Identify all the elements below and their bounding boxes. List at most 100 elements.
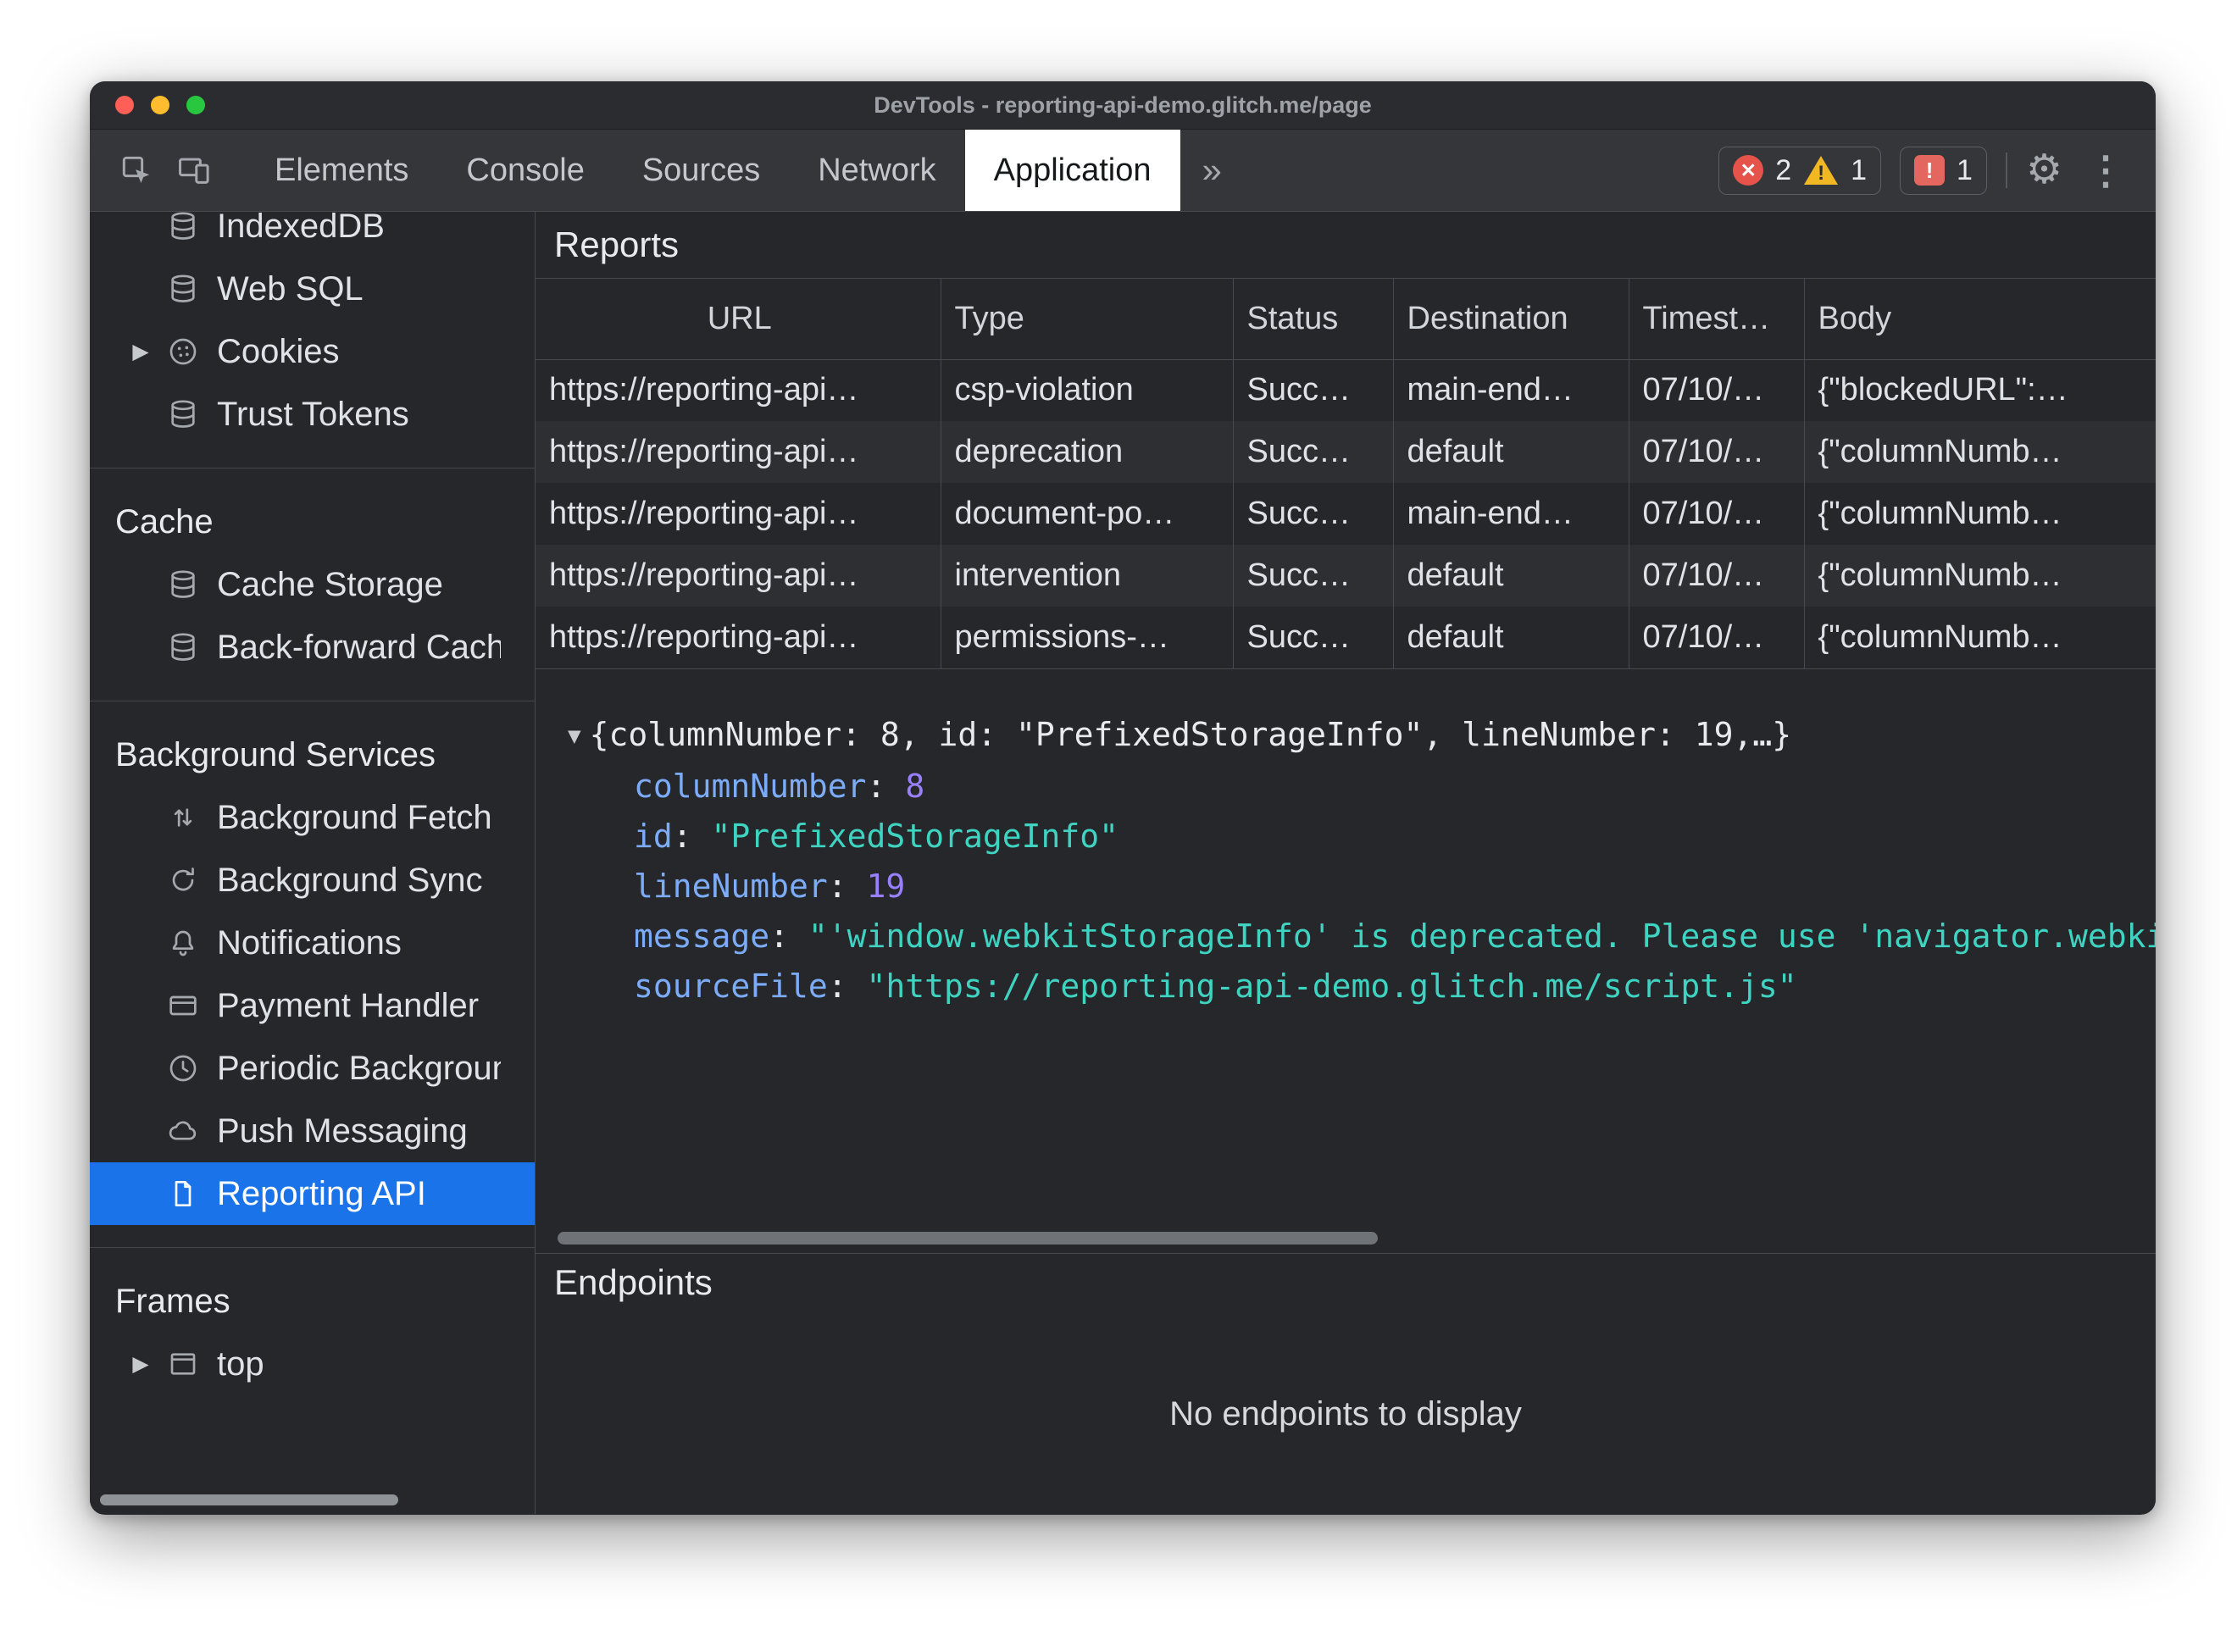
warning-count: 1 xyxy=(1851,153,1868,186)
sidebar-item-background-fetch[interactable]: Background Fetch xyxy=(90,786,535,849)
tab-network[interactable]: Network xyxy=(789,130,964,211)
json-key: sourceFile xyxy=(634,967,828,1005)
warning-icon: ! xyxy=(1803,154,1839,186)
sidebar-item-label: Back-forward Cache xyxy=(217,628,501,666)
tab-elements[interactable]: Elements xyxy=(246,130,437,211)
reports-table: URL Type Status Destination Timest… Body… xyxy=(536,279,2156,669)
sidebar-item-indexeddb[interactable]: IndexedDB xyxy=(90,212,535,258)
cell-timestamp: 07/10/… xyxy=(1629,421,1805,483)
sidebar-section-divider xyxy=(90,1247,535,1248)
cell-type: document-po… xyxy=(941,483,1234,545)
panel-tabs: Elements Console Sources Network Applica… xyxy=(246,130,1244,211)
zoom-window-button[interactable] xyxy=(186,96,205,114)
report-row-intervention[interactable]: https://reporting-api… intervention Succ… xyxy=(536,545,2156,607)
window-titlebar: DevTools - reporting-api-demo.glitch.me/… xyxy=(90,81,2156,130)
tab-sources[interactable]: Sources xyxy=(613,130,789,211)
sidebar-item-periodic-background-sync[interactable]: Periodic Background Sync xyxy=(90,1037,535,1100)
devtools-toolbar: Elements Console Sources Network Applica… xyxy=(90,130,2156,212)
json-key: message xyxy=(634,917,770,955)
cell-body: {"blockedURL":… xyxy=(1818,372,2068,408)
json-value: "PrefixedStorageInfo" xyxy=(711,817,1118,855)
sidebar-item-label: Periodic Background Sync xyxy=(217,1049,501,1087)
cell-status: Succ… xyxy=(1233,421,1394,483)
sidebar-item-reporting-api[interactable]: Reporting API xyxy=(90,1162,535,1225)
kebab-menu-icon: ⋮ xyxy=(2086,148,2125,192)
toolbar-separator xyxy=(2005,152,2007,188)
json-preview-text: {columnNumber: 8, id: "PrefixedStorageIn… xyxy=(589,715,1792,753)
disclosure-triangle-icon[interactable]: ▶ xyxy=(132,339,148,364)
bell-icon xyxy=(166,926,200,960)
column-header-timestamp[interactable]: Timest… xyxy=(1629,279,1805,360)
cell-url: https://reporting-api… xyxy=(536,421,941,483)
json-value: "https://reporting-api-demo.glitch.me/sc… xyxy=(866,967,1797,1005)
sidebar-item-cookies[interactable]: ▶ Cookies xyxy=(90,320,535,383)
json-property: message: "'window.webkitStorageInfo' is … xyxy=(568,912,2156,962)
sidebar-item-label: Notifications xyxy=(217,923,402,962)
reports-horizontal-scrollbar[interactable] xyxy=(558,1232,1378,1245)
tab-console[interactable]: Console xyxy=(437,130,613,211)
sidebar-item-cache-storage[interactable]: Cache Storage xyxy=(90,553,535,616)
error-count: 2 xyxy=(1775,153,1792,186)
frame-icon xyxy=(166,1347,200,1381)
cookie-icon xyxy=(166,335,200,369)
disclosure-triangle-icon[interactable]: ▶ xyxy=(132,1351,148,1377)
column-header-body[interactable]: Body xyxy=(1804,279,2156,360)
device-toolbar-button[interactable] xyxy=(169,144,219,197)
column-header-type[interactable]: Type xyxy=(941,279,1234,360)
clock-icon xyxy=(166,1051,200,1085)
sidebar-item-back-forward-cache[interactable]: Back-forward Cache xyxy=(90,616,535,679)
sidebar-item-background-sync[interactable]: Background Sync xyxy=(90,849,535,912)
issues-badge[interactable]: ! 1 xyxy=(1900,146,1987,195)
sidebar-item-notifications[interactable]: Notifications xyxy=(90,912,535,974)
json-property: columnNumber: 8 xyxy=(634,767,925,805)
cell-status: Succ… xyxy=(1233,359,1394,421)
column-header-destination[interactable]: Destination xyxy=(1393,279,1629,360)
sidebar-item-web-sql[interactable]: Web SQL xyxy=(90,258,535,320)
sidebar-horizontal-scrollbar[interactable] xyxy=(100,1494,398,1505)
json-value: 19 xyxy=(866,867,906,905)
devtools-window: DevTools - reporting-api-demo.glitch.me/… xyxy=(90,81,2156,1515)
background-sync-icon xyxy=(166,863,200,897)
inspect-element-button[interactable] xyxy=(112,144,161,197)
cell-type: permissions-… xyxy=(941,607,1234,668)
cell-body: {"columnNumb… xyxy=(1818,557,2062,593)
settings-button[interactable]: ⚙ xyxy=(2026,150,2062,191)
cloud-icon xyxy=(166,1114,200,1148)
expanded-triangle-icon[interactable]: ▼ xyxy=(568,712,581,762)
column-header-status[interactable]: Status xyxy=(1233,279,1394,360)
devtools-menu-button[interactable]: ⋮ xyxy=(2081,151,2130,190)
cell-timestamp: 07/10/… xyxy=(1629,607,1805,668)
database-icon xyxy=(166,212,200,243)
report-body-preview: ▼ {columnNumber: 8, id: "PrefixedStorageI… xyxy=(536,669,2156,1254)
cell-destination: default xyxy=(1393,421,1629,483)
cell-status: Succ… xyxy=(1233,607,1394,668)
sidebar-item-payment-handler[interactable]: Payment Handler xyxy=(90,974,535,1037)
issue-count: 1 xyxy=(1957,153,1973,186)
close-window-button[interactable] xyxy=(115,96,134,114)
console-status-badge[interactable]: ✕ 2 ! 1 xyxy=(1718,146,1882,195)
minimize-window-button[interactable] xyxy=(151,96,169,114)
report-row-deprecation[interactable]: https://reporting-api… deprecation Succ…… xyxy=(536,421,2156,483)
reporting-api-panel: Reports URL Type Status Destination Time… xyxy=(536,212,2156,1514)
more-tabs-button[interactable]: » xyxy=(1180,130,1244,211)
cell-body: {"columnNumb… xyxy=(1818,434,2062,469)
report-row-permissions-policy[interactable]: https://reporting-api… permissions-… Suc… xyxy=(536,607,2156,668)
tab-application[interactable]: Application xyxy=(964,130,1180,211)
report-row-document-policy[interactable]: https://reporting-api… document-po… Succ… xyxy=(536,483,2156,545)
column-header-url[interactable]: URL xyxy=(536,279,941,360)
sidebar-item-label: Web SQL xyxy=(217,269,364,308)
sidebar-item-push-messaging[interactable]: Push Messaging xyxy=(90,1100,535,1162)
cell-destination: main-end… xyxy=(1393,483,1629,545)
gear-icon: ⚙ xyxy=(2025,147,2062,192)
json-value: 8 xyxy=(905,767,925,805)
sidebar-section-cache: Cache xyxy=(115,502,214,541)
report-row-csp-violation[interactable]: https://reporting-api… csp-violation Suc… xyxy=(536,359,2156,421)
background-fetch-icon xyxy=(166,801,200,834)
sidebar-item-label: Payment Handler xyxy=(217,986,480,1024)
sidebar-item-label: Trust Tokens xyxy=(217,395,409,433)
cell-timestamp: 07/10/… xyxy=(1629,359,1805,421)
inspect-cursor-icon xyxy=(122,156,150,184)
sidebar-item-trust-tokens[interactable]: Trust Tokens xyxy=(90,383,535,446)
cell-url: https://reporting-api… xyxy=(536,607,941,668)
sidebar-item-top-frame[interactable]: ▶ top xyxy=(90,1333,535,1395)
